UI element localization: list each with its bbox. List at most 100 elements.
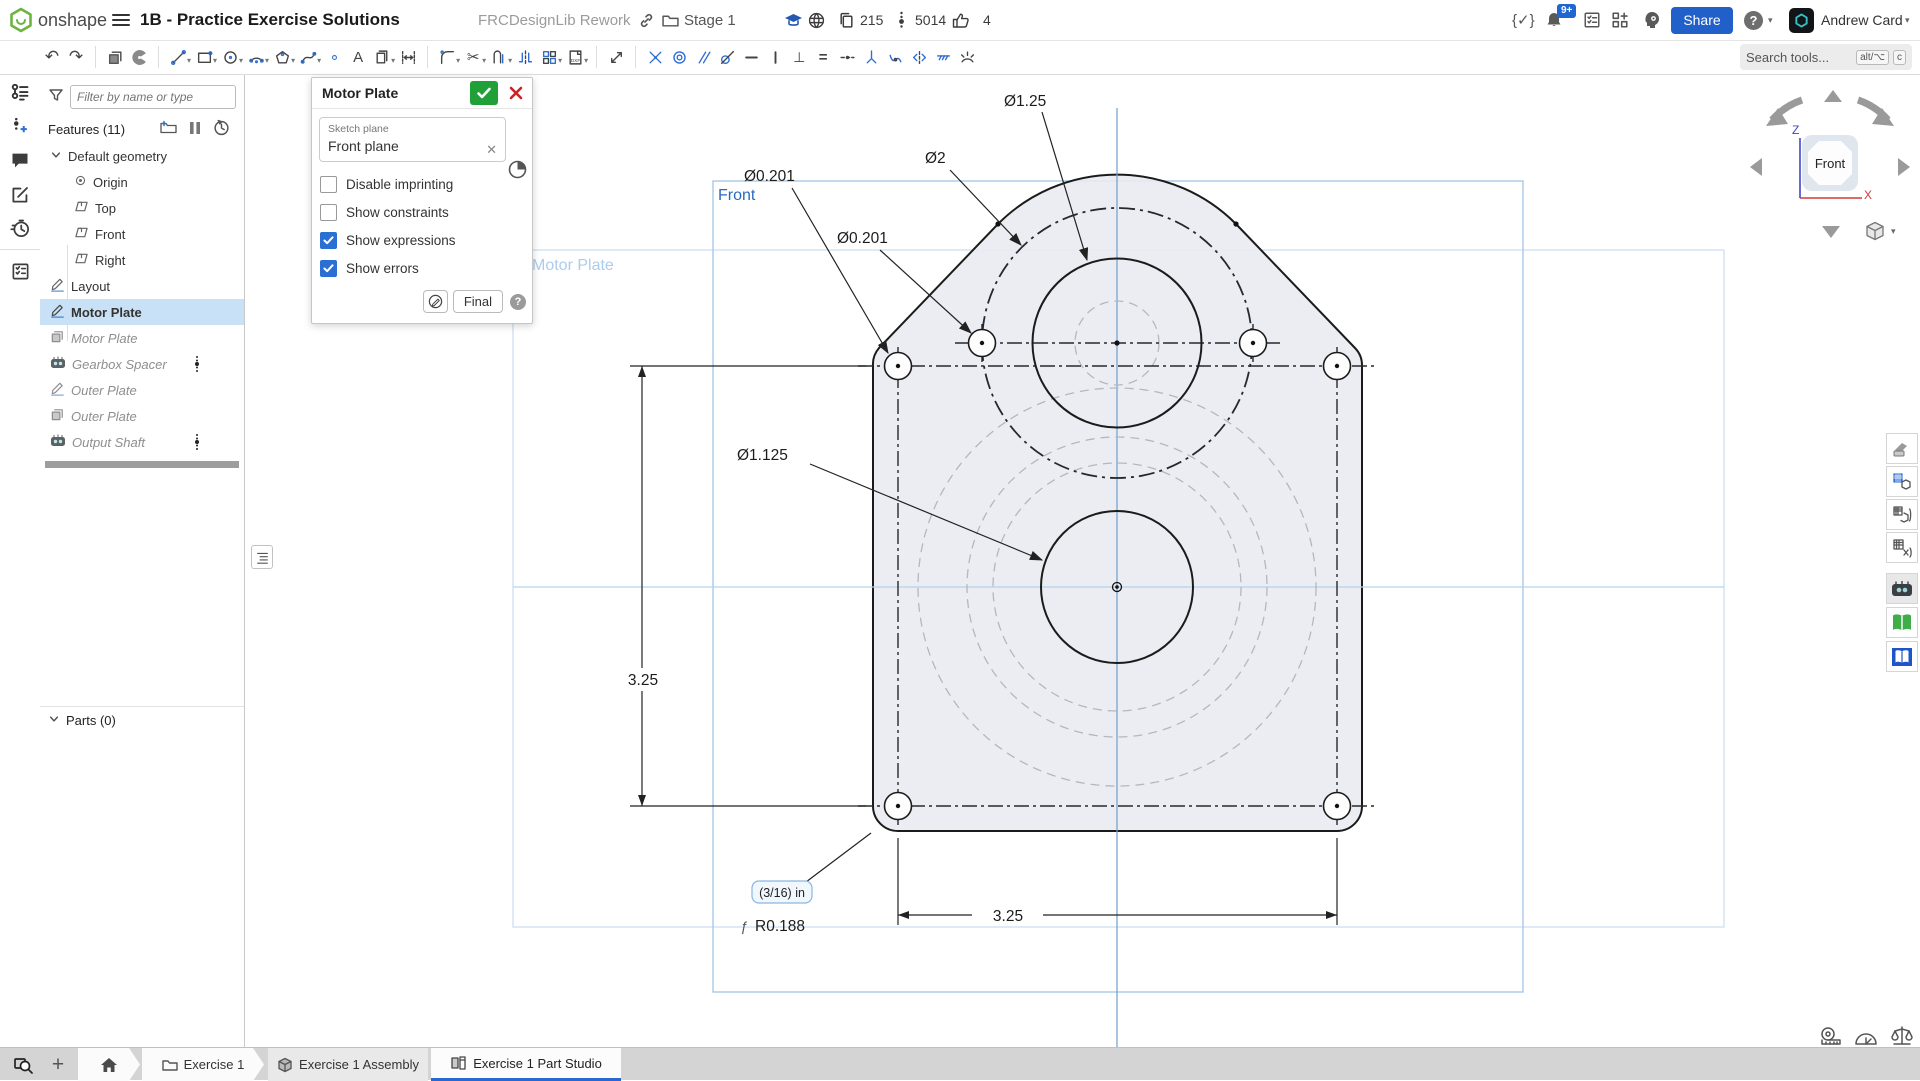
cancel-button[interactable] — [506, 81, 526, 105]
perpendicular-constraint-icon[interactable]: ⊥ — [787, 45, 811, 69]
feature-row-motor-plate-extrude[interactable]: Motor Plate — [40, 325, 244, 351]
checkbox-icon[interactable] — [320, 176, 337, 193]
feature-row-front[interactable]: Front — [40, 221, 244, 247]
sketch-plane-value[interactable]: Front plane — [328, 138, 497, 154]
undo-icon[interactable]: ↶ — [40, 45, 64, 69]
feature-row-default-geometry[interactable]: Default geometry — [40, 143, 244, 169]
option-disable-imprinting[interactable]: Disable imprinting — [312, 170, 532, 198]
apps-grid-icon[interactable] — [1611, 0, 1629, 40]
versions-icon[interactable]: {✓} — [1512, 0, 1535, 40]
motor-plate-dialog[interactable]: Motor Plate Sketch plane Front plane ✕ D… — [311, 77, 533, 324]
pierce-constraint-icon[interactable] — [859, 45, 883, 69]
checkbox-checked-icon[interactable] — [320, 232, 337, 249]
sketch-edit-button[interactable] — [423, 290, 448, 313]
text-tool-icon[interactable]: A — [346, 45, 370, 69]
view-cube[interactable]: Front Z X ▾ — [1740, 78, 1920, 258]
mkcad-app-icon[interactable] — [1886, 573, 1918, 604]
filter-input[interactable] — [70, 85, 236, 109]
feature-row-origin[interactable]: Origin — [40, 169, 244, 195]
fillet-dropdown-icon[interactable]: ▾ — [456, 56, 460, 65]
checkbox-checked-icon[interactable] — [320, 260, 337, 277]
feature-row-outer-plate-sketch[interactable]: Outer Plate — [40, 377, 244, 403]
rotate-down-arrow[interactable] — [1822, 226, 1840, 238]
equal-constraint-icon[interactable]: = — [811, 45, 835, 69]
tool-search-box[interactable]: Search tools... alt/⌥ c — [1740, 44, 1912, 70]
curvature-constraint-icon[interactable] — [883, 45, 907, 69]
option-show-expressions[interactable]: Show expressions — [312, 226, 532, 254]
rotate-right-arrow[interactable] — [1898, 158, 1910, 176]
suppress-icon[interactable] — [189, 121, 201, 138]
import-dxf-dropdown-icon[interactable]: ▾ — [584, 56, 588, 65]
insert-variable-icon[interactable] — [0, 109, 40, 143]
clear-selection-icon[interactable]: ✕ — [486, 142, 497, 158]
feature-row-outer-plate-extrude[interactable]: Outer Plate — [40, 403, 244, 429]
hamburger-menu-icon[interactable] — [112, 0, 130, 40]
offset-dropdown-icon[interactable]: ▾ — [508, 56, 512, 65]
rollback-history-icon[interactable] — [213, 119, 230, 139]
share-button[interactable]: Share — [1671, 7, 1733, 34]
history-icon[interactable] — [0, 211, 40, 245]
feature-row-layout[interactable]: Layout — [40, 273, 244, 299]
rectangle-dropdown-icon[interactable]: ▾ — [213, 56, 217, 65]
bom-table-icon[interactable] — [1886, 466, 1918, 497]
filter-icon[interactable] — [48, 87, 64, 108]
user-menu-caret-icon[interactable]: ▾ — [1905, 0, 1910, 40]
concentric-constraint-icon[interactable] — [667, 45, 691, 69]
mirror-tool-icon[interactable] — [513, 45, 537, 69]
learning-center-icon[interactable] — [1642, 0, 1662, 40]
transform-tool-icon[interactable] — [604, 45, 628, 69]
sketch-plane-field[interactable]: Sketch plane Front plane ✕ — [319, 117, 506, 162]
pattern-dropdown-icon[interactable]: ▾ — [558, 56, 562, 65]
layout-sketch-label[interactable]: Motor Plate — [532, 257, 614, 274]
redo-icon[interactable]: ↷ — [64, 45, 88, 69]
tangent-constraint-icon[interactable] — [715, 45, 739, 69]
spline-dropdown-icon[interactable]: ▾ — [317, 56, 321, 65]
help-caret-icon[interactable]: ▾ — [1768, 15, 1773, 26]
use-project-dropdown-icon[interactable]: ▾ — [391, 56, 395, 65]
symmetric-constraint-icon[interactable] — [907, 45, 931, 69]
checkbox-icon[interactable] — [320, 204, 337, 221]
folder-name[interactable]: Stage 1 — [684, 0, 736, 40]
tab-exercise-1-assembly[interactable]: Exercise 1 Assembly — [268, 1048, 428, 1081]
onshape-logo-icon[interactable] — [8, 0, 34, 40]
feature-row-gearbox-spacer[interactable]: Gearbox Spacer — [40, 351, 244, 377]
green-book-app-icon[interactable] — [1886, 607, 1918, 638]
home-tab-button[interactable] — [78, 1048, 140, 1081]
normal-constraint-icon[interactable] — [955, 45, 979, 69]
line-dropdown-icon[interactable]: ▾ — [187, 56, 191, 65]
option-show-errors[interactable]: Show errors — [312, 254, 532, 282]
feature-tree-icon[interactable] — [0, 75, 40, 109]
config-table-icon[interactable] — [1886, 499, 1918, 530]
link-icon[interactable] — [638, 0, 655, 40]
feature-menu-dots-icon[interactable] — [194, 355, 200, 376]
document-title[interactable]: 1B - Practice Exercise Solutions — [140, 0, 400, 40]
variables-table-icon[interactable] — [1886, 532, 1918, 563]
feature-row-output-shaft[interactable]: Output Shaft — [40, 429, 244, 455]
view-options-caret-icon[interactable]: ▾ — [1891, 226, 1896, 237]
sketch-visibility-icon[interactable] — [507, 159, 528, 183]
feature-row-top[interactable]: Top — [40, 195, 244, 221]
tasks-icon[interactable] — [1583, 0, 1601, 40]
vertical-constraint-icon[interactable] — [763, 45, 787, 69]
comments-icon[interactable] — [0, 143, 40, 177]
parts-section-header[interactable]: Parts (0) — [40, 706, 244, 733]
thumbs-up-icon[interactable] — [952, 0, 970, 40]
arc-dropdown-icon[interactable]: ▾ — [265, 56, 269, 65]
confirm-button[interactable] — [470, 81, 498, 105]
point-tool-icon[interactable] — [322, 45, 346, 69]
feature-menu-dots-icon[interactable] — [194, 433, 200, 454]
tab-exercise-1[interactable]: Exercise 1 — [142, 1048, 264, 1081]
notifications-bell-icon[interactable]: 9+ — [1545, 0, 1563, 40]
fix-constraint-icon[interactable] — [931, 45, 955, 69]
final-button[interactable]: Final — [453, 290, 503, 313]
midpoint-constraint-icon[interactable] — [835, 45, 859, 69]
rotate-up-arrow[interactable] — [1824, 90, 1842, 102]
circle-dropdown-icon[interactable]: ▾ — [239, 56, 243, 65]
feature-row-right[interactable]: Right — [40, 247, 244, 273]
rollback-bar[interactable] — [45, 461, 239, 468]
tab-exercise-1-part-studio[interactable]: Exercise 1 Part Studio — [431, 1048, 621, 1081]
option-show-constraints[interactable]: Show constraints — [312, 198, 532, 226]
dialog-help-icon[interactable]: ? — [510, 294, 526, 310]
help-button[interactable]: ? — [1744, 11, 1763, 30]
horizontal-constraint-icon[interactable] — [739, 45, 763, 69]
